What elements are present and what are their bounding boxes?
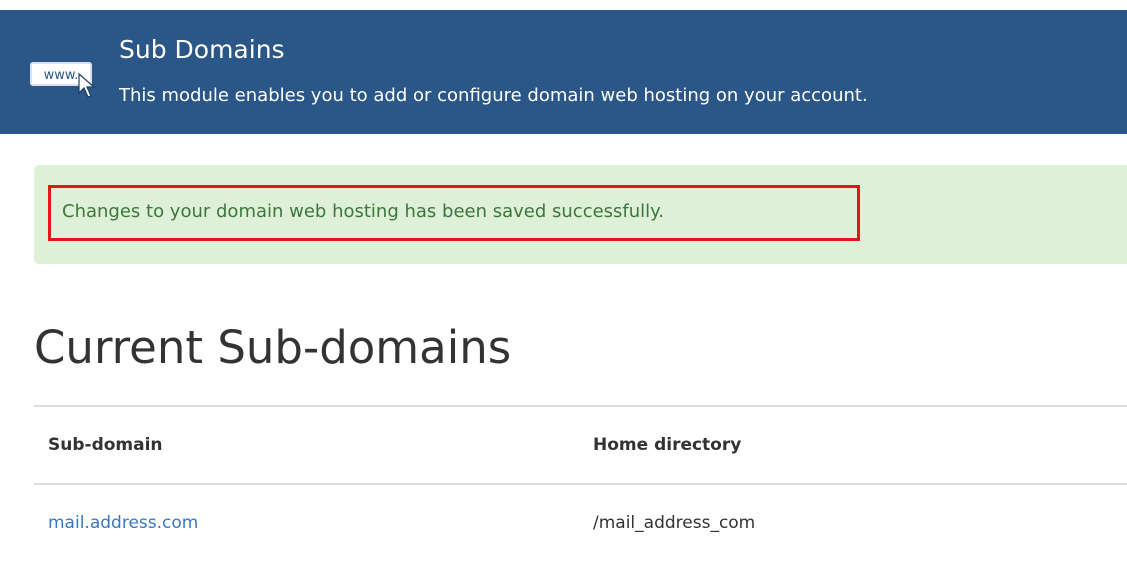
www-icon-label: www.: [44, 68, 79, 83]
success-alert: Changes to your domain web hosting has b…: [34, 165, 1127, 264]
subdomain-cell: mail.address.com: [48, 485, 198, 561]
column-header-home-directory: Home directory: [593, 435, 742, 455]
section-title: Current Sub-domains: [34, 321, 512, 374]
module-title: Sub Domains: [119, 35, 285, 64]
subdomain-link[interactable]: mail.address.com: [48, 513, 198, 533]
home-directory-cell: /mail_address_com: [593, 513, 756, 533]
column-header-subdomain: Sub-domain: [48, 435, 163, 455]
module-header: www. Sub Domains This module enables you…: [0, 10, 1127, 134]
alert-message: Changes to your domain web hosting has b…: [62, 201, 664, 222]
table-row: mail.address.com /mail_address_com: [34, 483, 1127, 561]
module-description: This module enables you to add or config…: [119, 85, 868, 106]
subdomains-table: Sub-domain Home directory mail.address.c…: [34, 405, 1127, 561]
www-cursor-icon: www.: [30, 62, 96, 98]
table-header-row: Sub-domain Home directory: [34, 405, 1127, 483]
